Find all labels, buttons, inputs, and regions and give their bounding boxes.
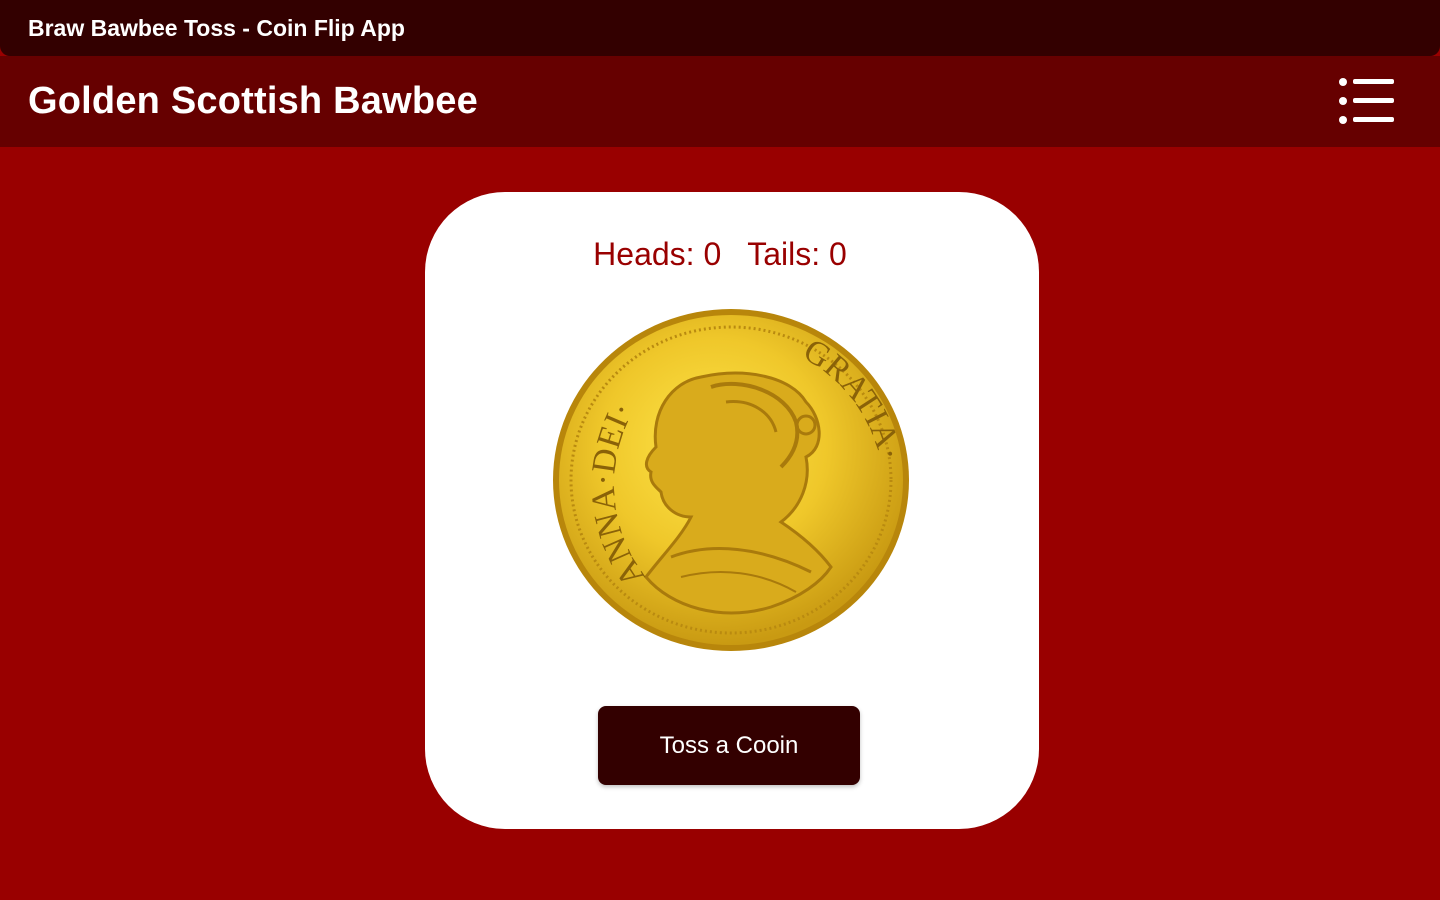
window-title: Braw Bawbee Toss - Coin Flip App [28,14,405,41]
scoreboard: Heads: 0 Tails: 0 [0,236,1440,273]
app-bar: Golden Scottish Bawbee [0,56,1440,147]
gold-coin-portrait-icon: ANNA·DEI· GRATIA· [551,307,912,654]
toss-coin-button[interactable]: Toss a Cooin [598,706,860,785]
heads-count: Heads: 0 [593,236,722,272]
app-title: Golden Scottish Bawbee [28,80,478,122]
window-titlebar: Braw Bawbee Toss - Coin Flip App [0,0,1440,56]
tails-count: Tails: 0 [747,236,847,272]
list-menu-icon[interactable] [1338,76,1396,126]
